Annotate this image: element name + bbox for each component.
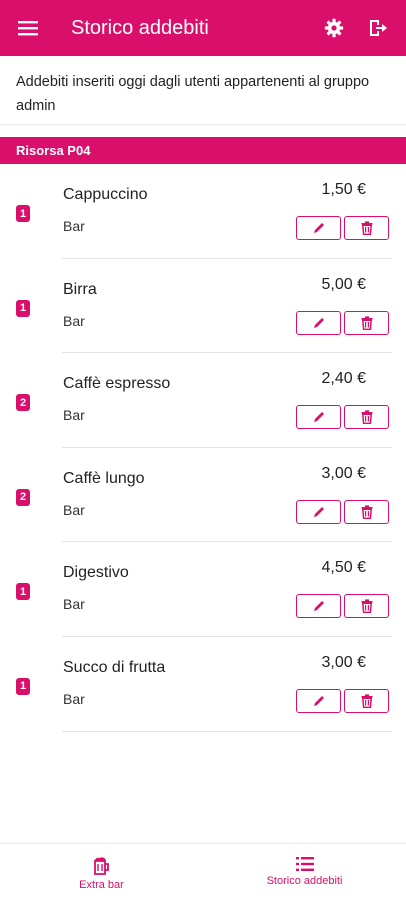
section-header: Risorsa P04	[0, 137, 406, 164]
quantity-badge: 1	[16, 205, 30, 222]
item-category: Bar	[63, 596, 85, 613]
quantity-badge: 2	[16, 394, 30, 412]
item-name: Caffè lungo	[63, 469, 145, 487]
list-item: 1 Succo di frutta Bar 3,00 €	[0, 637, 406, 732]
item-category: Bar	[63, 690, 85, 707]
nav-label: Storico addebiti	[266, 875, 343, 887]
list-icon	[295, 857, 314, 871]
item-category: Bar	[63, 312, 85, 329]
bottom-nav: Extra bar Storico addebiti	[0, 844, 406, 900]
trash-icon	[361, 410, 372, 425]
edit-button[interactable]	[296, 405, 341, 430]
gear-icon	[324, 18, 344, 38]
item-name: Caffè espresso	[63, 375, 171, 393]
list-item: 1 Digestivo Bar 4,50 €	[0, 542, 406, 637]
delete-button[interactable]	[344, 405, 389, 430]
pencil-icon	[313, 601, 324, 612]
divider	[0, 124, 406, 125]
list-item: 1 Birra Bar 5,00 €	[0, 259, 406, 354]
trash-icon	[361, 599, 372, 614]
pencil-icon	[313, 695, 324, 706]
nav-label: Extra bar	[79, 879, 124, 891]
item-name: Digestivo	[63, 564, 129, 582]
trash-icon	[361, 315, 372, 330]
delete-button[interactable]	[344, 594, 389, 619]
quantity-badge: 1	[16, 299, 30, 317]
nav-storico-addebiti[interactable]: Storico addebiti	[203, 844, 406, 900]
list-item: 2 Caffè espresso Bar 2,40 €	[0, 353, 406, 448]
pencil-icon	[313, 317, 324, 328]
list-item: 1 Cappuccino Bar 1,50 €	[0, 164, 406, 259]
pencil-icon	[313, 223, 324, 233]
item-category: Bar	[63, 407, 85, 424]
charges-list: 1 Cappuccino Bar 1,50 € 1 Birra Bar 5,00 € 2 Caff…	[0, 164, 406, 732]
item-name: Birra	[63, 280, 97, 298]
menu-icon	[18, 21, 38, 36]
trash-icon	[361, 505, 372, 519]
edit-button[interactable]	[296, 594, 341, 619]
page-description: Addebiti inseriti oggi dagli utenti appa…	[16, 74, 370, 114]
logout-icon	[370, 20, 387, 36]
nav-extra-bar[interactable]: Extra bar	[0, 844, 203, 900]
item-price: 2,40 €	[321, 370, 366, 388]
list-item: 2 Caffè lungo Bar 3,00 €	[0, 448, 406, 543]
trash-icon	[361, 221, 372, 235]
delete-button[interactable]	[344, 688, 389, 713]
item-name: Succo di frutta	[63, 658, 166, 676]
divider	[62, 730, 392, 732]
edit-button[interactable]	[296, 310, 341, 335]
item-price: 3,00 €	[321, 464, 366, 482]
item-price: 1,50 €	[321, 181, 366, 198]
pencil-icon	[313, 506, 324, 517]
edit-button[interactable]	[296, 688, 341, 713]
item-name: Cappuccino	[63, 186, 148, 203]
quantity-badge: 2	[16, 488, 30, 506]
item-price: 4,50 €	[321, 559, 366, 577]
menu-button[interactable]	[0, 0, 56, 56]
quantity-badge: 1	[16, 677, 30, 695]
delete-button[interactable]	[344, 216, 389, 240]
delete-button[interactable]	[344, 310, 389, 335]
item-category: Bar	[63, 501, 85, 518]
item-price: 5,00 €	[321, 275, 366, 293]
quantity-badge: 1	[16, 583, 30, 601]
page-title: Storico addebiti	[71, 16, 209, 39]
item-price: 3,00 €	[321, 653, 366, 671]
delete-button[interactable]	[344, 499, 389, 524]
trash-icon	[361, 694, 372, 708]
edit-button[interactable]	[296, 499, 341, 524]
edit-button[interactable]	[296, 216, 341, 240]
pencil-icon	[313, 412, 324, 423]
item-category: Bar	[63, 218, 85, 234]
logout-button[interactable]	[356, 0, 400, 56]
beer-mug-icon	[93, 857, 109, 875]
app-bar: Storico addebiti	[0, 0, 406, 56]
settings-button[interactable]	[312, 0, 356, 56]
